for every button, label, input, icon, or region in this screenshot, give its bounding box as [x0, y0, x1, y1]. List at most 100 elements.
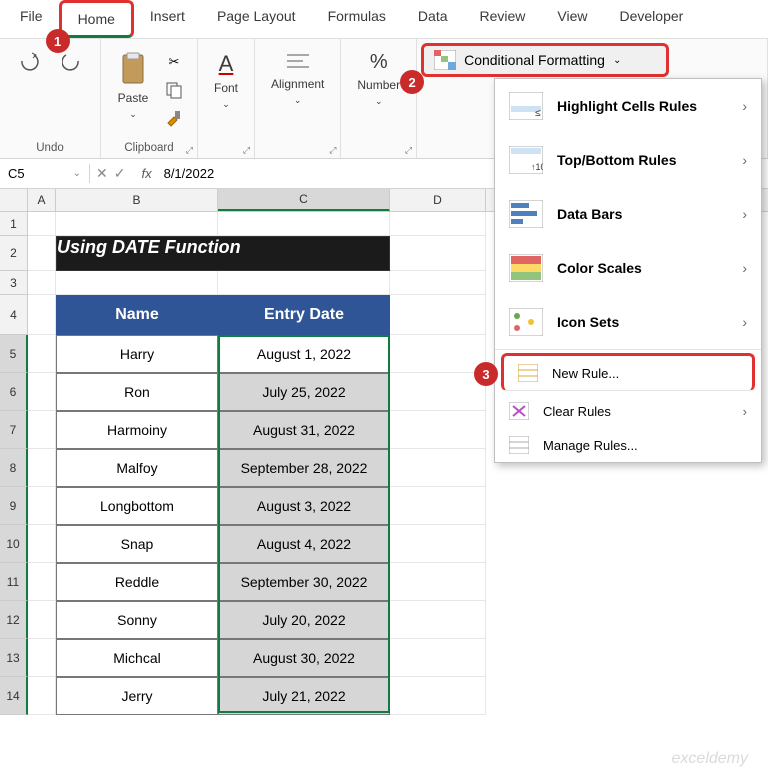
cell-name[interactable]: Jerry: [56, 677, 218, 715]
cell-name[interactable]: Malfoy: [56, 449, 218, 487]
cell-date[interactable]: August 4, 2022: [218, 525, 390, 563]
row-header[interactable]: 1: [0, 212, 28, 236]
cell-date[interactable]: August 31, 2022: [218, 411, 390, 449]
row-header[interactable]: 3: [0, 271, 28, 295]
row-header[interactable]: 7: [0, 411, 28, 449]
group-font: A Font ⌄ ⤢: [198, 39, 255, 158]
tab-developer[interactable]: Developer: [604, 0, 700, 38]
chevron-right-icon: ›: [742, 98, 747, 114]
group-clipboard: Paste ⌄ ✂ Clipboard ⤢: [101, 39, 198, 158]
row-header[interactable]: 5: [0, 335, 28, 373]
alignment-launcher[interactable]: ⤢: [329, 145, 336, 156]
menu-data-bars[interactable]: Data Bars ›: [495, 187, 761, 241]
table-header-name[interactable]: Name: [56, 295, 218, 335]
chevron-right-icon: ›: [742, 260, 747, 276]
row-header[interactable]: 14: [0, 677, 28, 715]
undo-button[interactable]: [10, 49, 50, 73]
align-icon: [285, 51, 311, 73]
cell-date[interactable]: September 30, 2022: [218, 563, 390, 601]
fx-icon[interactable]: fx: [135, 166, 157, 181]
conditional-formatting-menu: ≤ Highlight Cells Rules › ↑10 Top/Bottom…: [494, 78, 762, 463]
cell-date[interactable]: August 30, 2022: [218, 639, 390, 677]
cell-name[interactable]: Michcal: [56, 639, 218, 677]
group-undo: Undo: [0, 39, 101, 158]
cell-date[interactable]: July 20, 2022: [218, 601, 390, 639]
menu-icon-sets[interactable]: Icon Sets ›: [495, 295, 761, 350]
menu-color-scales[interactable]: Color Scales ›: [495, 241, 761, 295]
tab-data[interactable]: Data: [402, 0, 464, 38]
alignment-button[interactable]: Alignment ⌄: [265, 49, 330, 108]
row-header[interactable]: 11: [0, 563, 28, 601]
tab-review[interactable]: Review: [464, 0, 542, 38]
cell-name[interactable]: Snap: [56, 525, 218, 563]
cancel-formula-button[interactable]: ✕: [96, 165, 108, 182]
group-number: % Number ⌄ ⤢: [341, 39, 417, 158]
number-launcher[interactable]: ⤢: [405, 145, 412, 156]
cell-name[interactable]: Harmoiny: [56, 411, 218, 449]
undo-icon: [16, 51, 44, 71]
marker-2: 2: [400, 70, 424, 94]
chevron-down-icon: ⌄: [73, 168, 81, 179]
clear-icon: [509, 402, 529, 420]
chevron-right-icon: ›: [742, 314, 747, 330]
ribbon-tabs: File Home 1 Insert Page Layout Formulas …: [0, 0, 768, 39]
menu-clear-rules[interactable]: Clear Rules ›: [495, 394, 761, 428]
col-header-b[interactable]: B: [56, 189, 218, 211]
col-header-d[interactable]: D: [390, 189, 486, 211]
watermark: exceldemy: [672, 750, 748, 768]
scissors-icon: ✂: [169, 54, 180, 70]
cell-date[interactable]: August 3, 2022: [218, 487, 390, 525]
row-header[interactable]: 8: [0, 449, 28, 487]
select-all-corner[interactable]: [0, 189, 28, 211]
clipboard-launcher[interactable]: ⤢: [186, 145, 193, 156]
col-header-a[interactable]: A: [28, 189, 56, 211]
table-header-date[interactable]: Entry Date: [218, 295, 390, 335]
highlight-icon: ≤: [509, 92, 543, 120]
cell-name[interactable]: Longbottom: [56, 487, 218, 525]
font-button[interactable]: A Font ⌄: [208, 49, 244, 112]
cell-name[interactable]: Sonny: [56, 601, 218, 639]
paste-button[interactable]: Paste ⌄: [111, 49, 155, 122]
row-header[interactable]: 13: [0, 639, 28, 677]
newrule-icon: [518, 364, 538, 382]
cell-date[interactable]: September 28, 2022: [218, 449, 390, 487]
cell-name[interactable]: Harry: [56, 335, 218, 373]
row-header[interactable]: 12: [0, 601, 28, 639]
copy-button[interactable]: [161, 77, 187, 103]
enter-formula-button[interactable]: ✓: [114, 165, 126, 182]
copy-icon: [165, 81, 183, 99]
conditional-formatting-button[interactable]: Conditional Formatting ⌄ 2: [421, 43, 669, 77]
font-icon: A: [219, 51, 234, 77]
format-painter-button[interactable]: [161, 105, 187, 131]
cell-date[interactable]: July 21, 2022: [218, 677, 390, 715]
tab-page-layout[interactable]: Page Layout: [201, 0, 312, 38]
tab-insert[interactable]: Insert: [134, 0, 201, 38]
iconsets-icon: [509, 308, 543, 336]
tab-view[interactable]: View: [541, 0, 603, 38]
table-title-cell[interactable]: Using DATE Function: [56, 236, 390, 271]
menu-highlight-cells[interactable]: ≤ Highlight Cells Rules ›: [495, 79, 761, 133]
redo-icon: [62, 51, 84, 71]
col-header-c[interactable]: C: [218, 189, 390, 211]
row-header[interactable]: 4: [0, 295, 28, 335]
cell-date[interactable]: July 25, 2022: [218, 373, 390, 411]
menu-manage-rules[interactable]: Manage Rules...: [495, 428, 761, 462]
cell-name[interactable]: Ron: [56, 373, 218, 411]
row-header[interactable]: 9: [0, 487, 28, 525]
font-launcher[interactable]: ⤢: [243, 145, 250, 156]
row-header[interactable]: 6: [0, 373, 28, 411]
brush-icon: [165, 109, 183, 127]
cell-name[interactable]: Reddle: [56, 563, 218, 601]
row-header[interactable]: 2: [0, 236, 28, 271]
tab-home[interactable]: Home 1: [59, 0, 134, 38]
chevron-right-icon: ›: [742, 152, 747, 168]
number-button[interactable]: % Number ⌄: [351, 49, 406, 109]
cut-button[interactable]: ✂: [161, 49, 187, 75]
name-box[interactable]: C5 ⌄: [0, 164, 90, 183]
menu-top-bottom[interactable]: ↑10 Top/Bottom Rules ›: [495, 133, 761, 187]
menu-new-rule[interactable]: New Rule... 3: [501, 353, 755, 391]
tab-formulas[interactable]: Formulas: [312, 0, 402, 38]
cell-date[interactable]: August 1, 2022: [218, 335, 390, 373]
marker-3: 3: [474, 362, 498, 386]
row-header[interactable]: 10: [0, 525, 28, 563]
